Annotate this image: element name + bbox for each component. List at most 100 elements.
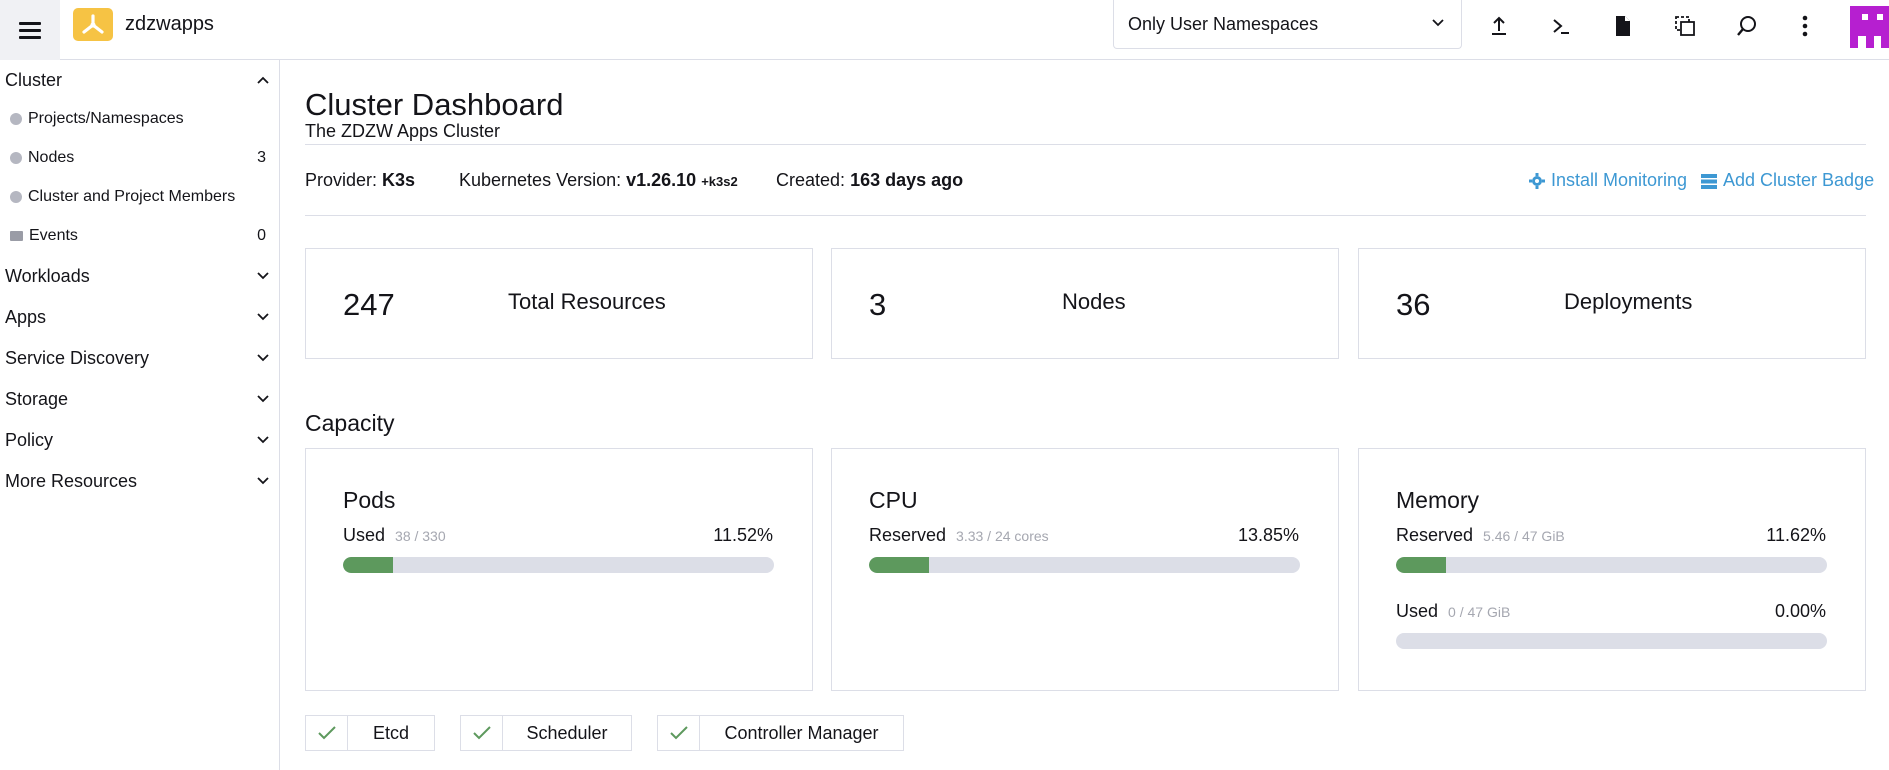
side-navigation: Cluster Projects/Namespaces Nodes 3 Clus… [0,60,280,770]
chevron-down-icon [1432,19,1444,27]
sidebar-item-projects-namespaces[interactable]: Projects/Namespaces [10,110,266,128]
sidebar-item-events[interactable]: Events 0 [10,227,266,245]
stat-label: Deployments [1564,289,1693,314]
k8s-version-value: v1.26.10 [626,170,697,190]
stat-label: Total Resources [508,289,666,314]
progress-fill [1396,557,1447,573]
download-kubeconfig-button[interactable] [1609,12,1637,40]
import-yaml-button[interactable] [1485,12,1513,40]
stat-card-deployments[interactable]: 36 Deployments [1358,248,1866,359]
capacity-label: Used [343,525,386,545]
health-label: Etcd [372,722,410,743]
globe-icon [10,152,22,164]
globe-icon [10,113,22,125]
server-icon [1701,173,1717,189]
capacity-row: Reserved 5.46 / 47 GiB 11.62% [1396,525,1826,546]
capacity-row: Reserved 3.33 / 24 cores 13.85% [869,525,1299,546]
capacity-title: CPU [869,487,918,513]
more-actions-button[interactable] [1791,12,1819,40]
kubernetes-version-info: Kubernetes Version: v1.26.10 +k3s2 [459,170,738,191]
capacity-percent: 13.85% [1237,525,1299,545]
chevron-down-icon [257,272,269,280]
nav-group-apps[interactable]: Apps [5,307,270,328]
capacity-detail: 3.33 / 24 cores [956,528,1049,544]
nav-group-label: More Resources [5,471,138,491]
provider-label: Provider: [305,170,378,190]
health-badge-controller-manager: Controller Manager [657,715,904,751]
progress-bar [1396,633,1827,649]
avatar-icon [1850,2,1889,48]
sidebar-item-label: Cluster and Project Members [28,188,236,205]
nav-group-label: Workloads [5,266,90,286]
top-header: zdzwapps Only User Namespaces [0,0,1889,60]
globe-icon [10,191,22,203]
kubectl-shell-button[interactable] [1547,12,1575,40]
nav-group-workloads[interactable]: Workloads [5,266,270,287]
chevron-down-icon [257,354,269,362]
capacity-detail: 0 / 47 GiB [1448,604,1511,620]
cluster-logo-icon [82,13,104,34]
sidebar-item-label: Events [29,227,78,244]
nav-group-cluster[interactable]: Cluster [5,70,270,91]
capacity-label: Reserved [869,525,947,545]
hamburger-icon [19,22,41,39]
chevron-down-icon [257,395,269,403]
terminal-icon [1553,19,1569,34]
progress-bar [869,557,1300,573]
health-label: Controller Manager [724,722,879,743]
health-badge-etcd: Etcd [305,715,435,751]
sidebar-item-label: Projects/Namespaces [28,110,184,127]
cluster-logo[interactable] [73,8,113,41]
k8s-version-label: Kubernetes Version: [459,170,622,190]
check-icon [658,716,700,750]
nav-group-more-resources[interactable]: More Resources [5,471,270,492]
created-value: 163 days ago [850,170,964,190]
nav-group-label: Apps [5,307,47,327]
install-monitoring-link[interactable]: Install Monitoring [1529,170,1687,191]
health-label: Scheduler [526,722,608,743]
provider-value: K3s [382,170,416,190]
nav-group-label: Policy [5,430,54,450]
sidebar-item-cluster-project-members[interactable]: Cluster and Project Members [10,188,266,206]
upload-icon [1492,16,1506,35]
stat-value: 3 [869,287,887,322]
chevron-down-icon [257,477,269,485]
progress-bar [343,557,774,573]
sidebar-item-nodes[interactable]: Nodes 3 [10,149,266,167]
namespace-filter-select[interactable]: Only User Namespaces [1113,0,1462,49]
resource-search-button[interactable] [1733,12,1761,40]
nav-group-policy[interactable]: Policy [5,430,270,451]
provider-info: Provider: K3s [305,170,415,191]
stat-card-nodes[interactable]: 3 Nodes [831,248,1339,359]
sidebar-item-count: 3 [257,149,266,166]
progress-fill [343,557,393,573]
created-info: Created: 163 days ago [776,170,963,191]
progress-bar [1396,557,1827,573]
page-subtitle: The ZDZW Apps Cluster [305,121,501,141]
copy-kubeconfig-button[interactable] [1671,12,1699,40]
k8s-version-suffix: +k3s2 [701,174,738,189]
stat-value: 36 [1396,287,1431,322]
stat-card-total-resources[interactable]: 247 Total Resources [305,248,813,359]
check-icon [461,716,503,750]
capacity-percent: 0.00% [1774,601,1826,621]
nav-group-service-discovery[interactable]: Service Discovery [5,348,270,369]
capacity-detail: 5.46 / 47 GiB [1483,528,1565,544]
cluster-name: zdzwapps [125,13,214,35]
capacity-card-pods: Pods Used 38 / 330 11.52% [305,448,813,691]
add-cluster-badge-link[interactable]: Add Cluster Badge [1701,170,1874,191]
user-avatar[interactable] [1850,2,1889,48]
health-badge-scheduler: Scheduler [460,715,632,751]
add-cluster-badge-label: Add Cluster Badge [1723,170,1875,190]
nav-group-label: Storage [5,389,69,409]
chevron-down-icon [257,436,269,444]
divider [305,215,1866,216]
page-title: Cluster Dashboard [305,87,564,122]
namespace-filter-value: Only User Namespaces [1128,13,1319,34]
capacity-detail: 38 / 330 [395,528,446,544]
hamburger-menu-button[interactable] [0,0,60,60]
capacity-label: Used [1396,601,1439,621]
chevron-up-icon [257,76,269,84]
nav-group-storage[interactable]: Storage [5,389,270,410]
file-icon [1616,16,1630,36]
